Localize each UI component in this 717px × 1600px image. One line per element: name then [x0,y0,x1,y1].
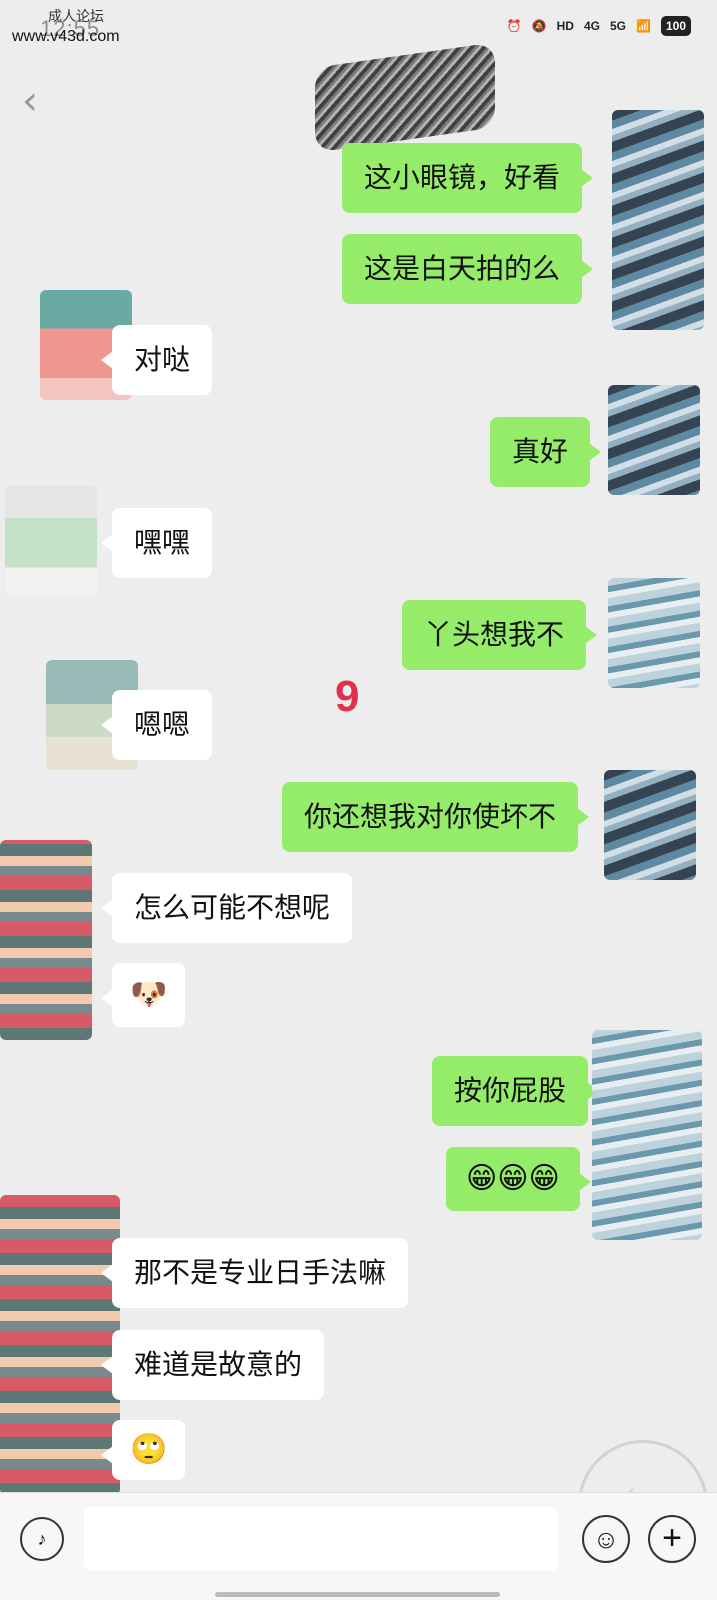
message-emoji-received[interactable]: 🙄 [100,1420,186,1480]
voice-icon[interactable]: ♪ [20,1517,64,1561]
4g-signal-icon: 4G [583,19,600,33]
battery-indicator: 100 [660,16,691,36]
plus-icon[interactable]: + [648,1515,696,1563]
status-icons: ⏰ 🔕 HD 4G 5G 📶 100 [507,16,691,36]
message-emoji-sent[interactable]: 😁😁😁 [446,1147,591,1211]
chevron-left-icon[interactable]: ‹ [22,78,38,124]
alarm-icon: ⏰ [506,19,522,33]
message-bubble-sent[interactable]: 真好 [490,417,602,487]
avatar-contact[interactable] [0,840,92,1040]
avatar-self[interactable] [612,110,704,330]
5g-signal-icon: 5G [610,19,627,33]
message-bubble-sent[interactable]: 这是白天拍的么 [342,234,594,304]
input-bar: ♪ ☺ + [0,1492,717,1600]
overlay-mark: 9 [335,672,360,721]
message-bubble-sent[interactable]: 丫头想我不 [402,600,598,670]
avatar-self[interactable] [608,578,700,688]
message-bubble-received[interactable]: 嗯嗯 [100,690,213,760]
message-input[interactable] [84,1507,558,1571]
message-sticker-received[interactable]: 🐶 [100,963,186,1027]
home-indicator[interactable] [215,1592,500,1597]
message-bubble-sent[interactable]: 按你屁股 [432,1056,600,1126]
message-bubble-received[interactable]: 怎么可能不想呢 [100,873,353,943]
avatar-self[interactable] [592,1030,702,1240]
message-bubble-received[interactable]: 对哒 [100,325,213,395]
mute-icon: 🔕 [531,19,547,33]
message-bubble-sent[interactable]: 你还想我对你使坏不 [282,782,590,852]
emoji-icon[interactable]: ☺ [582,1515,630,1563]
message-bubble-received[interactable]: 那不是专业日手法嘛 [100,1238,409,1308]
hd-icon: HD [556,19,574,33]
message-bubble-sent[interactable]: 这小眼镜，好看 [342,143,594,213]
avatar-self[interactable] [608,385,700,495]
status-bar: 成人论坛 12:55 www.v43d.com ⏰ 🔕 HD 4G 5G 📶 1… [0,0,717,60]
avatar-self[interactable] [604,770,696,880]
wifi-icon: 📶 [636,19,651,33]
watermark-url: www.v43d.com [12,28,120,45]
message-bubble-received[interactable]: 难道是故意的 [100,1330,325,1400]
avatar-contact[interactable] [5,485,97,595]
message-bubble-received[interactable]: 嘿嘿 [100,508,213,578]
